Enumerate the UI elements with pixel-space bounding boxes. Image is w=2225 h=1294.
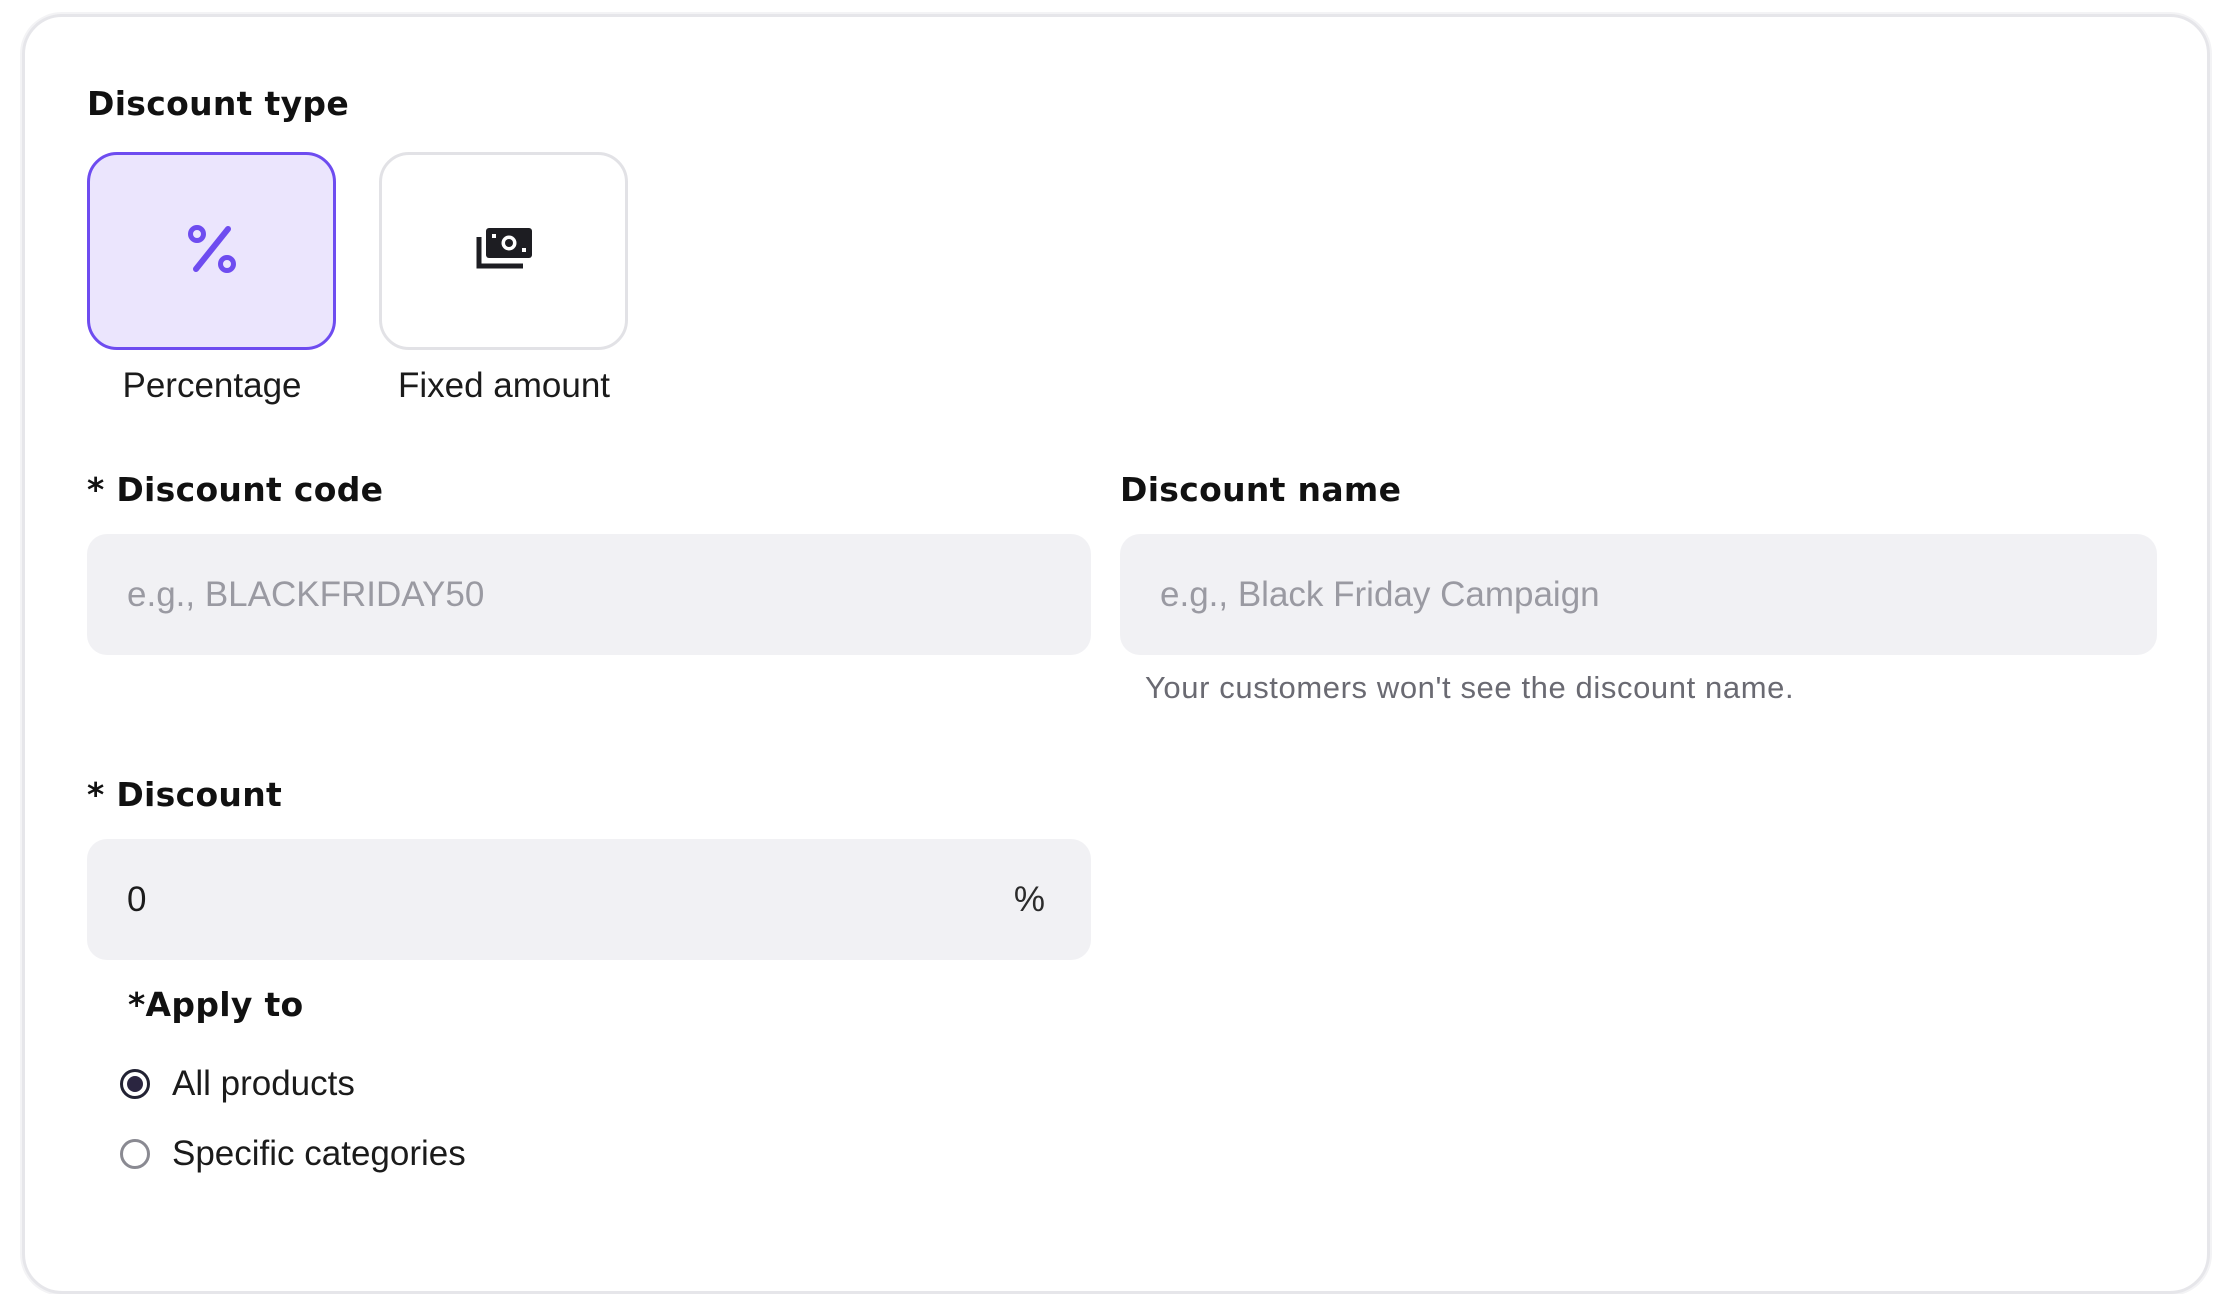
discount-name-helper-text: Your customers won't see the discount na… [1145, 670, 1795, 705]
discount-name-placeholder: e.g., Black Friday Campaign [1160, 574, 1600, 614]
percentage-option[interactable] [87, 152, 336, 350]
cash-icon [474, 226, 534, 277]
all-products-radio-option[interactable]: All products [120, 1064, 355, 1104]
fixed-amount-option[interactable] [379, 152, 628, 350]
discount-value-input[interactable]: 0 % [87, 839, 1091, 960]
specific-categories-radio-option[interactable]: Specific categories [120, 1134, 466, 1174]
percentage-option-label: Percentage [122, 366, 302, 405]
discount-label: * Discount [87, 775, 283, 814]
apply-to-label: *Apply to [128, 985, 304, 1024]
percent-icon [186, 223, 238, 280]
discount-type-label: Discount type [87, 84, 350, 123]
discount-name-input[interactable]: e.g., Black Friday Campaign [1120, 534, 2157, 655]
specific-categories-radio[interactable] [120, 1139, 150, 1169]
discount-code-input[interactable]: e.g., BLACKFRIDAY50 [87, 534, 1091, 655]
discount-code-placeholder: e.g., BLACKFRIDAY50 [127, 574, 485, 614]
discount-value: 0 [127, 879, 147, 919]
radio-selected-dot [127, 1076, 143, 1092]
fixed-amount-option-label: Fixed amount [397, 366, 611, 405]
discount-name-label: Discount name [1120, 470, 1402, 509]
specific-categories-label: Specific categories [172, 1134, 466, 1173]
discount-code-label: * Discount code [87, 470, 384, 509]
all-products-radio[interactable] [120, 1069, 150, 1099]
percent-suffix: % [1013, 879, 1045, 919]
all-products-label: All products [172, 1064, 355, 1103]
